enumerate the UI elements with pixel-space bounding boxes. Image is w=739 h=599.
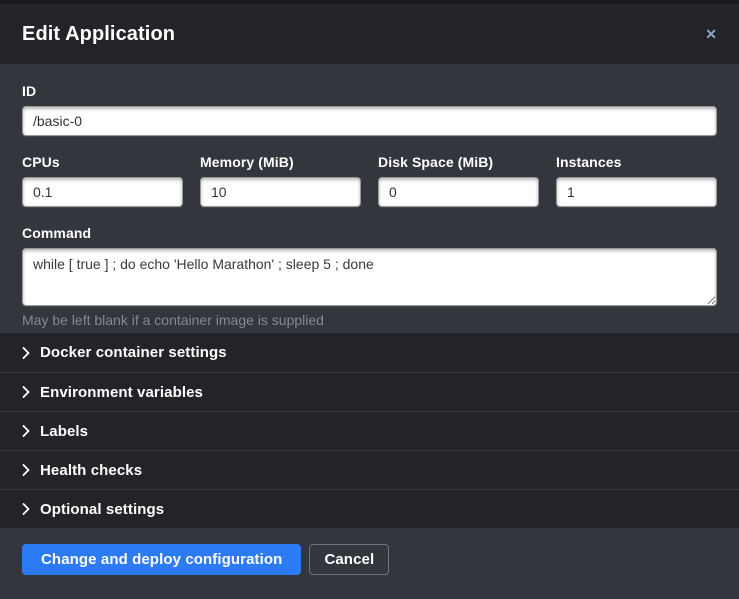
section-label: Optional settings — [40, 501, 164, 518]
command-textarea[interactable]: while [ true ] ; do echo 'Hello Marathon… — [22, 248, 717, 306]
command-help-text: May be left blank if a container image i… — [22, 312, 717, 328]
chevron-right-icon — [22, 386, 30, 398]
chevron-right-icon — [22, 425, 30, 437]
application-form: ID CPUs Memory (MiB) Disk Space (MiB) In… — [0, 64, 739, 333]
command-field-group: Command while [ true ] ; do echo 'Hello … — [22, 225, 717, 328]
cancel-button[interactable]: Cancel — [309, 544, 389, 575]
cpus-input[interactable] — [22, 177, 183, 207]
memory-field-group: Memory (MiB) — [200, 154, 361, 207]
command-label: Command — [22, 225, 717, 241]
disk-space-input[interactable] — [378, 177, 539, 207]
section-docker-container-settings[interactable]: Docker container settings — [0, 333, 739, 372]
disk-space-field-group: Disk Space (MiB) — [378, 154, 539, 207]
instances-label: Instances — [556, 154, 717, 170]
section-label: Labels — [40, 423, 88, 440]
chevron-right-icon — [22, 347, 30, 359]
close-icon[interactable]: ✕ — [703, 23, 719, 45]
cpus-field-group: CPUs — [22, 154, 183, 207]
section-label: Health checks — [40, 462, 142, 479]
disk-space-label: Disk Space (MiB) — [378, 154, 539, 170]
edit-application-modal: Edit Application ✕ ID CPUs Memory (MiB) … — [0, 4, 739, 599]
section-environment-variables[interactable]: Environment variables — [0, 372, 739, 411]
modal-footer: Change and deploy configuration Cancel — [0, 528, 739, 599]
memory-input[interactable] — [200, 177, 361, 207]
chevron-right-icon — [22, 464, 30, 476]
section-optional-settings[interactable]: Optional settings — [0, 489, 739, 528]
id-label: ID — [22, 83, 717, 99]
instances-field-group: Instances — [556, 154, 717, 207]
section-label: Environment variables — [40, 384, 203, 401]
memory-label: Memory (MiB) — [200, 154, 361, 170]
id-field-group: ID — [22, 83, 717, 136]
instances-input[interactable] — [556, 177, 717, 207]
section-health-checks[interactable]: Health checks — [0, 450, 739, 489]
section-label: Docker container settings — [40, 344, 227, 361]
chevron-right-icon — [22, 503, 30, 515]
modal-title: Edit Application — [22, 23, 175, 46]
change-and-deploy-button[interactable]: Change and deploy configuration — [22, 544, 301, 575]
cpus-label: CPUs — [22, 154, 183, 170]
id-input[interactable] — [22, 106, 717, 136]
collapsible-sections: Docker container settings Environment va… — [0, 333, 739, 528]
section-labels[interactable]: Labels — [0, 411, 739, 450]
modal-header: Edit Application ✕ — [0, 4, 739, 64]
resources-row: CPUs Memory (MiB) Disk Space (MiB) Insta… — [22, 154, 717, 207]
